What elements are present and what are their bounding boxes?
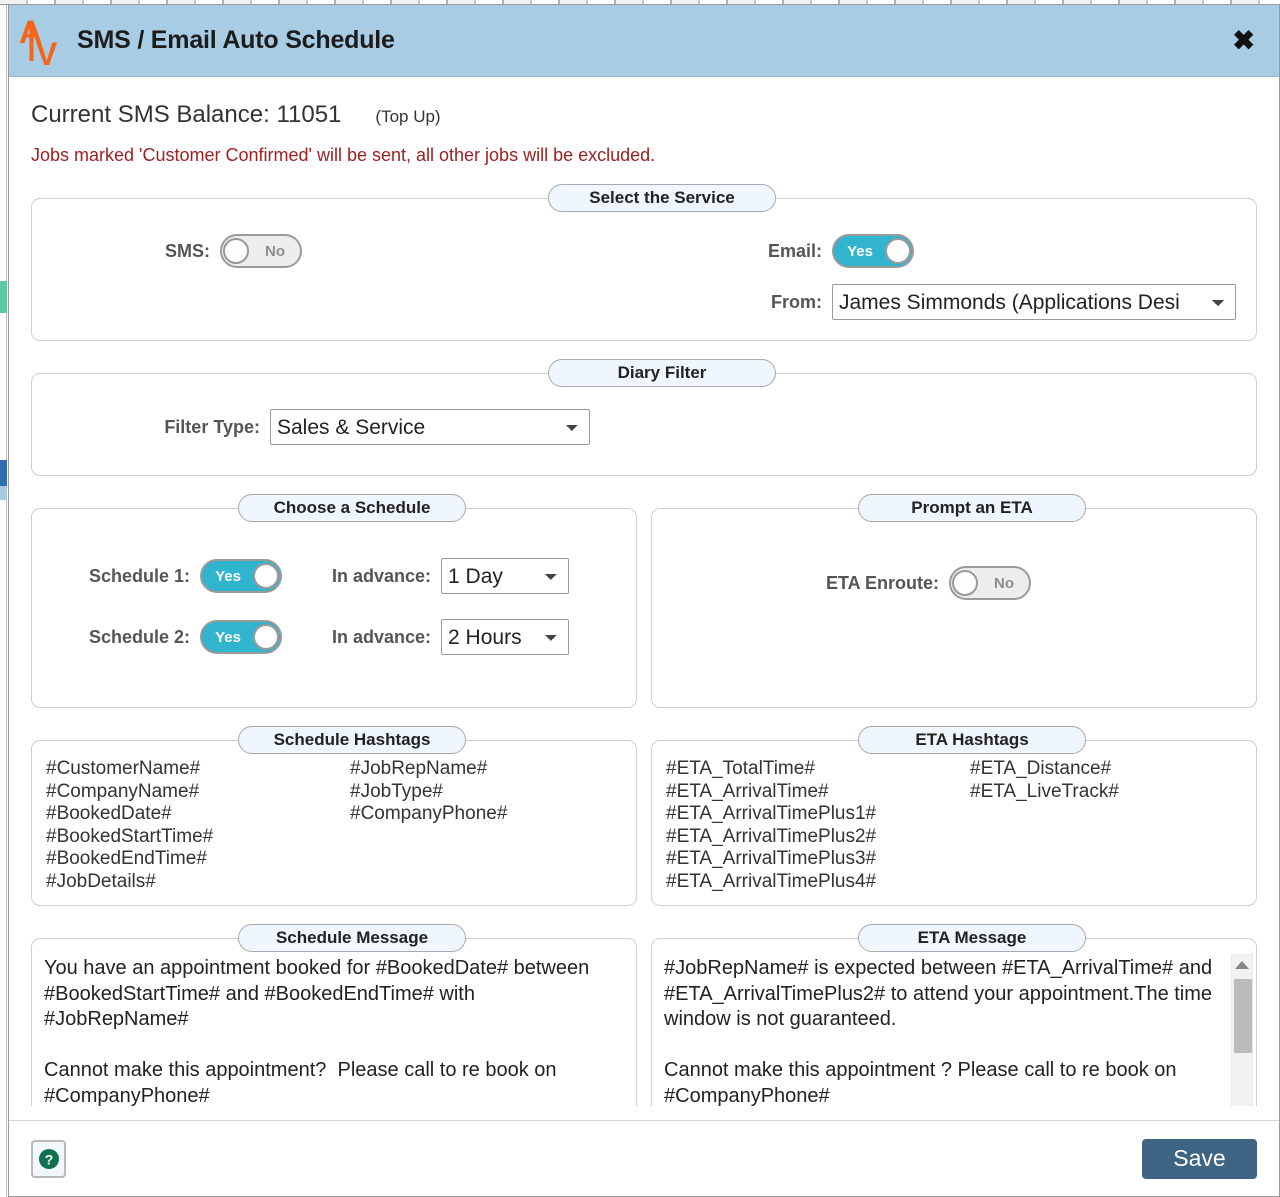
sms-balance-label: Current SMS Balance: 11051 [31, 101, 342, 128]
schedule-hashtags-left-list: #CustomerName# #CompanyName# #BookedDate# #… [46, 758, 334, 893]
select-service-legend: Select the Service [548, 184, 776, 212]
eta-enroute-toggle-value: No [994, 574, 1014, 592]
scroll-up-icon[interactable] [1232, 955, 1252, 975]
schedule-1-toggle[interactable]: Yes [200, 559, 282, 593]
select-service-panel: Select the Service SMS: No Email: Yes Fr… [31, 184, 1257, 341]
schedule-message-textarea[interactable]: You have an appointment booked for #Book… [32, 952, 636, 1106]
eta-hashtags-left-list: #ETA_TotalTime# #ETA_ArrivalTime# #ETA_Arr… [666, 758, 954, 893]
eta-hashtags-right-list: #ETA_Distance# #ETA_LiveTrack# [954, 758, 1242, 803]
hashtag-item: #ETA_ArrivalTimePlus1# [666, 803, 877, 824]
scrollbar-thumb[interactable] [1234, 979, 1252, 1053]
schedule-1-advance-select[interactable]: 1 Day [441, 558, 570, 594]
top-up-link[interactable]: (Top Up) [375, 107, 440, 127]
choose-schedule-legend: Choose a Schedule [238, 494, 466, 522]
schedule-1-toggle-value: Yes [215, 567, 241, 585]
schedule-row-1: Schedule 1: Yes In advance: 1 Day [46, 558, 622, 594]
prompt-eta-panel: Prompt an ETA ETA Enroute: No [651, 494, 1257, 708]
sms-toggle-label: SMS: [165, 240, 210, 261]
hashtag-item: #BookedStartTime# [46, 825, 214, 847]
dialog-footer: ? Save [9, 1120, 1279, 1196]
filter-type-select[interactable]: Sales & Service [270, 409, 590, 445]
help-icon[interactable]: ? [31, 1139, 66, 1178]
svg-text:?: ? [44, 1151, 53, 1167]
hashtag-item: #CompanyName# [46, 780, 200, 802]
hashtag-item: #ETA_ArrivalTimePlus4# [666, 870, 877, 892]
schedule-2-advance-select[interactable]: 2 Hours [441, 619, 570, 655]
schedule-hashtags-right-list: #JobRepName# #JobType# #CompanyPhone# [334, 758, 622, 826]
hashtag-item: #ETA_ArrivalTime# [666, 780, 829, 802]
confirmation-warning-text: Jobs marked 'Customer Confirmed' will be… [31, 145, 656, 165]
hashtag-item: #ETA_Distance# [970, 758, 1112, 779]
hashtag-item: #ETA_ArrivalTimePlus2# [666, 825, 877, 847]
eta-hashtags-legend: ETA Hashtags [858, 726, 1086, 754]
schedule-2-toggle-knob [253, 624, 279, 650]
hashtag-item: #ETA_TotalTime# [666, 758, 815, 779]
hashtag-item: #BookedEndTime# [46, 848, 207, 869]
schedule-1-label: Schedule 1: [88, 565, 190, 586]
diary-filter-panel: Diary Filter Filter Type: Sales & Servic… [31, 359, 1257, 476]
schedule-2-label: Schedule 2: [88, 626, 190, 647]
schedule-message-panel: Schedule Message You have an appointment… [31, 924, 637, 1106]
background-left-sliver [0, 5, 7, 1197]
choose-schedule-panel: Choose a Schedule Schedule 1: Yes In adv… [31, 494, 637, 708]
schedule-hashtags-panel: Schedule Hashtags #CustomerName# #Company… [31, 726, 637, 906]
save-button[interactable]: Save [1142, 1138, 1257, 1179]
close-icon[interactable]: ✖ [1226, 27, 1261, 54]
email-toggle-knob [885, 238, 911, 264]
filter-type-label: Filter Type: [164, 416, 260, 437]
hashtag-item: #JobType# [350, 780, 443, 802]
messages-row: Schedule Message You have an appointment… [31, 924, 1257, 1106]
prompt-eta-legend: Prompt an ETA [858, 494, 1086, 522]
from-label: From: [771, 291, 822, 312]
eta-enroute-toggle[interactable]: No [949, 566, 1031, 600]
email-toggle[interactable]: Yes [832, 234, 914, 268]
dialog-header: A V SMS / Email Auto Schedule ✖ [9, 5, 1279, 77]
schedule-2-advance-label: In advance: [332, 626, 432, 647]
svg-text:V: V [36, 36, 58, 69]
schedule-1-advance-label: In advance: [332, 565, 432, 586]
schedule-row-2: Schedule 2: Yes In advance: 2 Hours [46, 619, 622, 655]
eta-enroute-label: ETA Enroute: [826, 572, 939, 593]
hashtag-item: #CompanyPhone# [350, 803, 508, 824]
schedule-2-toggle[interactable]: Yes [200, 620, 282, 654]
schedule-eta-row: Choose a Schedule Schedule 1: Yes In adv… [31, 494, 1257, 708]
diary-filter-legend: Diary Filter [548, 359, 776, 387]
eta-message-panel: ETA Message #JobRepName# is expected bet… [651, 924, 1257, 1106]
eta-hashtags-panel: ETA Hashtags #ETA_TotalTime# #ETA_Arrival… [651, 726, 1257, 906]
hashtag-item: #ETA_LiveTrack# [970, 780, 1119, 802]
sms-balance-row: Current SMS Balance: 11051 (Top Up) [31, 77, 1257, 129]
schedule-message-legend: Schedule Message [238, 924, 466, 952]
hashtag-item: #CustomerName# [46, 758, 201, 779]
hashtag-item: #BookedDate# [46, 803, 172, 824]
av-logo-icon: A V [15, 11, 69, 71]
sms-email-auto-schedule-dialog: A V SMS / Email Auto Schedule ✖ Current … [8, 5, 1280, 1197]
hashtag-item: #JobRepName# [350, 758, 488, 779]
eta-enroute-row: ETA Enroute: No [666, 522, 1242, 684]
eta-message-textarea[interactable]: #JobRepName# is expected between #ETA_Ar… [652, 952, 1256, 1106]
eta-message-scrollbar[interactable] [1231, 954, 1253, 1106]
sms-toggle[interactable]: No [220, 234, 302, 268]
from-select[interactable]: James Simmonds (Applications Desi [832, 284, 1236, 320]
dialog-title: SMS / Email Auto Schedule [77, 26, 395, 54]
sms-toggle-knob [223, 238, 249, 264]
schedule-1-toggle-knob [253, 563, 279, 589]
hashtag-item: #JobDetails# [46, 870, 156, 892]
schedule-2-toggle-value: Yes [215, 628, 241, 646]
sms-toggle-value: No [265, 242, 285, 260]
hashtags-row: Schedule Hashtags #CustomerName# #Company… [31, 726, 1257, 906]
eta-enroute-toggle-knob [952, 570, 978, 596]
email-toggle-value: Yes [847, 242, 873, 260]
eta-message-legend: ETA Message [858, 924, 1086, 952]
email-toggle-label: Email: [767, 240, 822, 261]
dialog-body: Current SMS Balance: 11051 (Top Up) Jobs… [9, 77, 1279, 1106]
hashtag-item: #ETA_ArrivalTimePlus3# [666, 848, 877, 869]
schedule-hashtags-legend: Schedule Hashtags [238, 726, 466, 754]
